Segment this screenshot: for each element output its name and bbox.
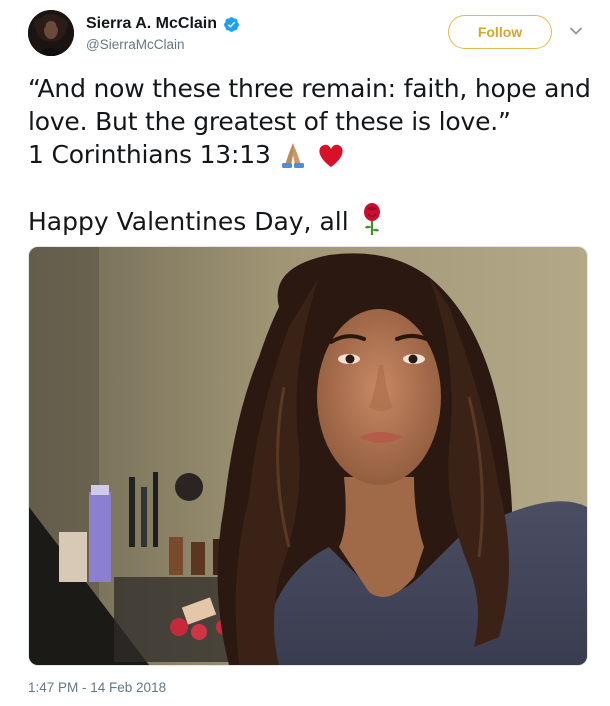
display-name-row: Sierra A. McClain — [86, 14, 240, 34]
follow-button[interactable]: Follow — [448, 15, 552, 49]
tweet-timestamp[interactable]: 1:47 PM - 14 Feb 2018 — [28, 680, 166, 695]
rose-icon — [359, 202, 385, 244]
tweet-card: Sierra A. McClain @SierraMcClain Follow … — [0, 0, 610, 706]
red-heart-icon — [315, 141, 347, 177]
chevron-down-icon[interactable] — [569, 24, 583, 38]
photo-image — [29, 247, 587, 665]
user-names: Sierra A. McClain @SierraMcClain — [86, 14, 240, 52]
tweet-header: Sierra A. McClain @SierraMcClain Follow — [28, 10, 588, 58]
avatar-image — [28, 10, 74, 56]
tweet-text-line-2: love. But the greatest of these is love.… — [28, 107, 511, 136]
tweet-text: “And now these three remain: faith, hope… — [28, 72, 591, 177]
tweet-photo[interactable] — [28, 246, 588, 666]
tweet-text-line-3-wrapper: 1 Corinthians 13:13 — [28, 138, 588, 177]
display-name[interactable]: Sierra A. McClain — [86, 15, 217, 33]
verified-badge-icon — [223, 16, 240, 33]
avatar[interactable] — [28, 10, 74, 56]
user-handle[interactable]: @SierraMcClain — [86, 37, 240, 52]
folded-hands-icon — [277, 139, 309, 177]
tweet-text-line-3: 1 Corinthians 13:13 — [28, 140, 271, 169]
tweet-text-line-1: “And now these three remain: faith, hope… — [28, 74, 591, 103]
valentine-line-wrapper: Happy Valentines Day, all — [28, 202, 385, 244]
valentine-line: Happy Valentines Day, all — [28, 207, 349, 236]
